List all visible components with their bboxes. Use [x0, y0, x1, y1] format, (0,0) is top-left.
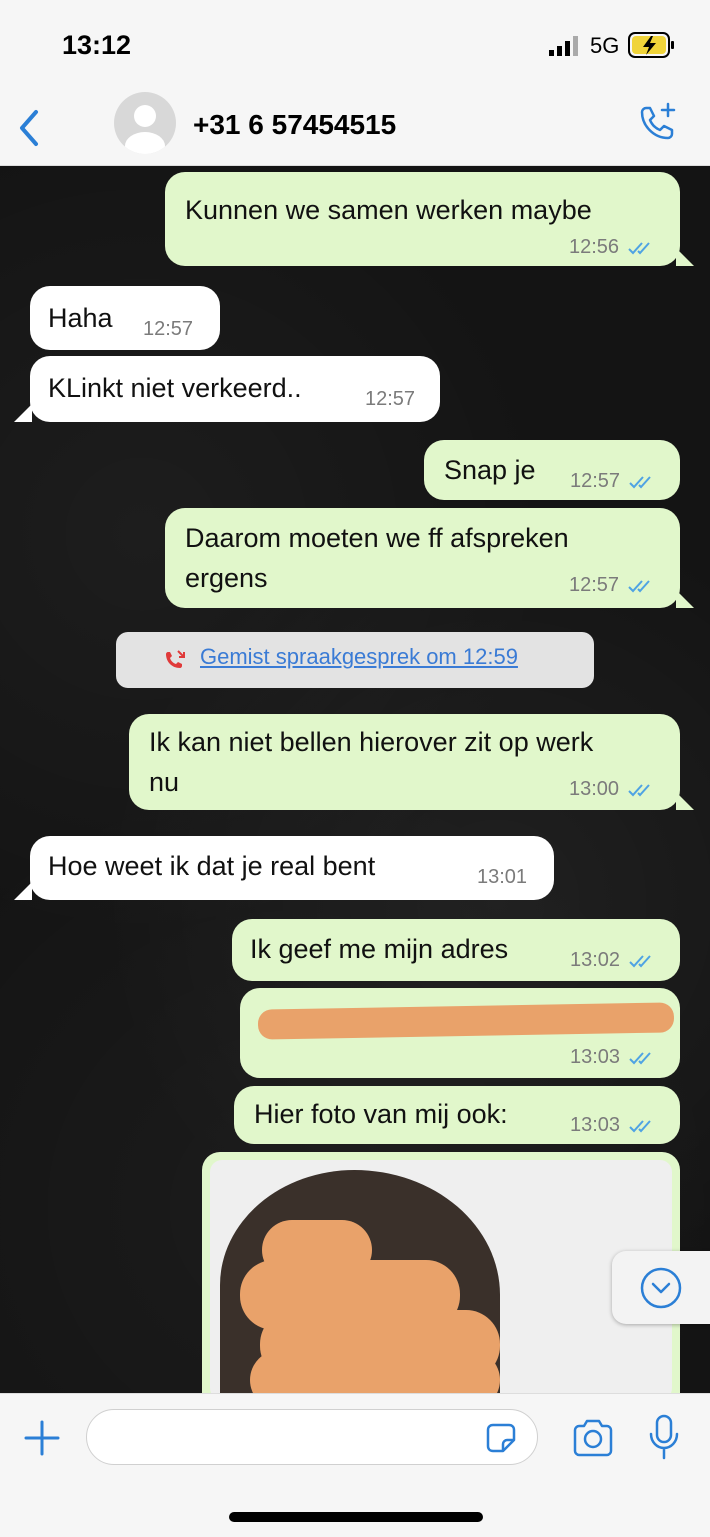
- message-bubble-outgoing[interactable]: Ik kan niet bellen hierover zit op werk …: [129, 714, 680, 810]
- message-text: Snap je: [444, 455, 536, 485]
- home-indicator: [229, 1512, 483, 1522]
- message-time: 12:57: [365, 388, 416, 410]
- plus-icon[interactable]: [22, 1418, 62, 1458]
- double-check-icon: [628, 1120, 651, 1133]
- message-bubble-outgoing[interactable]: Snap je 12:57: [424, 440, 680, 500]
- message-bubble-incoming[interactable]: Haha 12:57: [30, 286, 220, 350]
- microphone-icon[interactable]: [647, 1414, 681, 1460]
- battery-charging-icon: [628, 32, 674, 58]
- contact-name[interactable]: +31 6 57454515: [193, 109, 396, 141]
- message-bubble-outgoing[interactable]: Hier foto van mij ook: 13:03: [234, 1086, 680, 1144]
- message-text: KLinkt niet verkeerd..: [48, 373, 302, 403]
- chat-area[interactable]: Kunnen we samen werken maybe 12:56 Haha …: [0, 166, 710, 1393]
- message-text-line2: ergens: [185, 563, 268, 593]
- message-meta: 13:03: [570, 1114, 656, 1137]
- redaction-mark: [250, 1350, 500, 1393]
- scroll-down-icon: [640, 1267, 682, 1309]
- double-check-icon: [627, 580, 650, 593]
- message-bubble-outgoing[interactable]: Ik geef me mijn adres 13:02: [232, 919, 680, 981]
- message-meta: 12:57: [569, 574, 655, 597]
- message-meta: 12:56: [569, 236, 655, 259]
- message-bubble-outgoing[interactable]: Daarom moeten we ff afspreken ergens 12:…: [165, 508, 680, 608]
- message-text: Daarom moeten we ff afspreken: [185, 523, 569, 553]
- input-bar: [0, 1393, 710, 1537]
- message-input[interactable]: [86, 1409, 538, 1465]
- message-bubble-incoming[interactable]: Hoe weet ik dat je real bent 13:01: [30, 836, 554, 900]
- bubble-tail: [14, 882, 32, 900]
- message-time: 12:56: [569, 236, 620, 258]
- message-time: 13:02: [570, 949, 621, 971]
- add-call-icon[interactable]: [634, 100, 680, 146]
- message-text-line2: nu: [149, 767, 180, 797]
- avatar-icon: [125, 105, 165, 154]
- chat-header: +31 6 57454515: [0, 90, 710, 166]
- bubble-tail: [14, 404, 32, 422]
- status-time: 13:12: [62, 30, 132, 60]
- double-check-icon: [628, 1052, 651, 1065]
- message-text: Hoe weet ik dat je real bent: [48, 851, 376, 881]
- message-text: Kunnen we samen werken maybe: [185, 195, 592, 225]
- bubble-tail: [676, 248, 694, 266]
- signal-icon: [549, 36, 578, 56]
- message-meta: 13:03: [570, 1046, 656, 1069]
- message-bubble-outgoing[interactable]: Kunnen we samen werken maybe 12:56: [165, 172, 680, 266]
- message-bubble-outgoing[interactable]: 13:03: [240, 988, 680, 1078]
- camera-icon[interactable]: [571, 1418, 615, 1458]
- status-bar: 13:12 5G: [0, 0, 710, 90]
- missed-call-icon: [166, 650, 185, 668]
- bubble-tail: [676, 590, 694, 608]
- missed-call-notice[interactable]: Gemist spraakgesprek om 12:59: [116, 632, 594, 688]
- double-check-icon: [628, 476, 651, 489]
- message-time: 13:03: [570, 1046, 621, 1068]
- avatar[interactable]: [114, 92, 176, 154]
- network-label: 5G: [590, 33, 620, 58]
- message-text: Haha: [48, 303, 113, 333]
- photo-image[interactable]: [210, 1160, 672, 1393]
- message-meta: 13:02: [570, 949, 656, 972]
- scroll-to-bottom-button[interactable]: [612, 1251, 710, 1324]
- bubble-tail: [676, 792, 694, 810]
- missed-call-label[interactable]: Gemist spraakgesprek om 12:59: [200, 644, 518, 670]
- sticker-icon[interactable]: [485, 1422, 517, 1454]
- message-text: Hier foto van mij ook:: [254, 1099, 508, 1129]
- message-time: 12:57: [143, 318, 194, 340]
- message-time: 13:01: [477, 866, 528, 888]
- double-check-icon: [627, 784, 650, 797]
- redaction-mark: [257, 1002, 675, 1040]
- photo-message[interactable]: [202, 1152, 680, 1393]
- message-text: Ik kan niet bellen hierover zit op werk: [149, 727, 594, 757]
- message-bubble-incoming[interactable]: KLinkt niet verkeerd.. 12:57: [30, 356, 440, 422]
- message-time: 13:03: [570, 1114, 621, 1136]
- message-text: Ik geef me mijn adres: [250, 934, 509, 964]
- back-chevron-icon[interactable]: [14, 106, 44, 150]
- message-time: 12:57: [570, 470, 621, 492]
- double-check-icon: [628, 955, 651, 968]
- message-meta: 12:57: [570, 470, 656, 493]
- double-check-icon: [627, 242, 650, 255]
- message-meta: 13:00: [569, 778, 655, 801]
- message-time: 12:57: [569, 574, 620, 596]
- message-time: 13:00: [569, 778, 620, 800]
